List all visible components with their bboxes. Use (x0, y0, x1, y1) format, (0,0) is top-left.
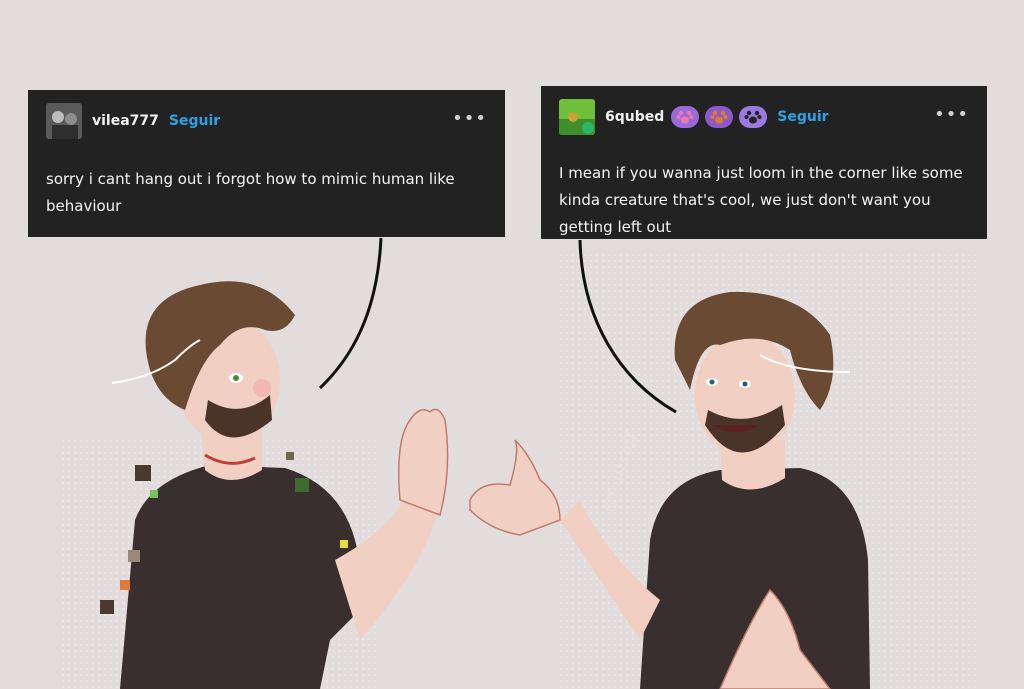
badge-list (671, 106, 768, 128)
avatar-image-icon (559, 99, 595, 135)
user-avatar[interactable] (46, 103, 82, 139)
more-options-icon[interactable]: ••• (934, 106, 969, 124)
post-header: vilea777 Seguir ••• (46, 103, 491, 139)
paw-badge-orange-icon[interactable] (705, 106, 734, 128)
username[interactable]: 6qubed (605, 109, 664, 125)
follow-button[interactable]: Seguir (777, 109, 828, 125)
username[interactable]: vilea777 (92, 113, 159, 129)
more-options-icon[interactable]: ••• (452, 110, 487, 128)
post-card-left: vilea777 Seguir ••• sorry i cant hang ou… (28, 90, 505, 237)
paw-badge-black-icon[interactable] (739, 106, 768, 128)
follow-button[interactable]: Seguir (169, 113, 220, 129)
user-avatar[interactable] (559, 99, 595, 135)
avatar-image-icon (46, 103, 82, 139)
post-header: 6qubed Seguir ••• (559, 99, 973, 135)
post-card-right: 6qubed Seguir ••• I mean if you wanna ju… (541, 86, 987, 239)
paw-badge-pink-icon[interactable] (671, 106, 700, 128)
speech-tail-left (318, 237, 383, 390)
post-text: sorry i cant hang out i forgot how to mi… (46, 170, 455, 215)
post-text: I mean if you wanna just loom in the cor… (559, 164, 963, 236)
